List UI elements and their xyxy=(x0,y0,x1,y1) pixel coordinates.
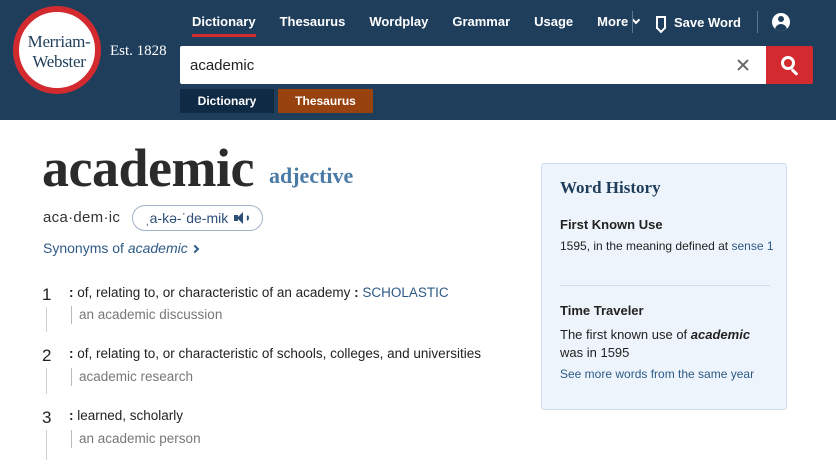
nav-usage[interactable]: Usage xyxy=(522,0,585,44)
definition-text: of, relating to, or characteristic of an… xyxy=(73,285,355,300)
synonyms-prefix: Synonyms of xyxy=(43,240,128,256)
merriam-webster-logo[interactable]: Merriam- Webster xyxy=(13,6,101,94)
nav-more[interactable]: More xyxy=(585,0,651,44)
usage-example: an academic person xyxy=(71,430,201,448)
sense-divider-line xyxy=(46,368,47,394)
first-known-use-body: 1595, in the meaning defined at xyxy=(560,239,732,253)
logo-inner-circle: Merriam- Webster xyxy=(17,10,97,90)
definition-text: learned, scholarly xyxy=(73,408,184,423)
time-traveler-pre: The first known use of xyxy=(560,327,691,342)
speaker-cone xyxy=(237,212,244,224)
nav-wordplay[interactable]: Wordplay xyxy=(357,0,440,44)
word-history-title: Word History xyxy=(560,178,661,197)
save-word-label: Save Word xyxy=(674,14,741,30)
definition-text: of, relating to, or characteristic of sc… xyxy=(73,346,481,361)
usage-example: an academic discussion xyxy=(71,306,222,324)
sense-definition: : of, relating to, or characteristic of … xyxy=(69,285,449,300)
word-history-card: Word History First Known Use 1595, in th… xyxy=(541,163,787,410)
card-divider xyxy=(560,285,770,286)
pronunciation-text: ˌa-kə-ˈde-mik xyxy=(145,210,229,226)
sense-definition: : of, relating to, or characteristic of … xyxy=(69,346,481,361)
bookmark-icon xyxy=(656,15,666,29)
time-traveler-text: The first known use of academic was in 1… xyxy=(560,326,775,362)
sense-number: 1 xyxy=(42,285,52,304)
synonyms-link[interactable]: Synonyms of academic xyxy=(43,240,199,256)
pronunciation-button[interactable]: ˌa-kə-ˈde-mik xyxy=(132,205,264,231)
tab-thesaurus[interactable]: Thesaurus xyxy=(278,89,373,113)
user-account-icon[interactable] xyxy=(772,13,790,31)
first-known-use-text: 1595, in the meaning defined at sense 1 xyxy=(560,237,774,255)
first-known-use-heading: First Known Use xyxy=(560,217,663,232)
part-of-speech-link[interactable]: adjective xyxy=(269,163,353,189)
clear-search-icon[interactable] xyxy=(734,56,752,74)
chevron-down-icon xyxy=(631,15,641,25)
sense-number: 2 xyxy=(42,346,52,365)
logo-text-line1: Merriam- xyxy=(27,32,91,51)
cross-reference-link[interactable]: SCHOLASTIC xyxy=(359,285,448,300)
search-input[interactable] xyxy=(180,46,720,84)
sense-definition: : learned, scholarly xyxy=(69,408,183,423)
time-traveler-word: academic xyxy=(690,327,751,342)
save-word-button[interactable]: Save Word xyxy=(656,0,741,44)
nav-divider xyxy=(757,11,758,33)
nav-dictionary[interactable]: Dictionary xyxy=(180,0,268,44)
chevron-right-icon xyxy=(190,244,199,254)
syllables: aca·dem·ic xyxy=(43,209,121,226)
search-icon-handle xyxy=(790,68,799,76)
time-traveler-post: was in 1595 xyxy=(560,345,630,360)
nav-thesaurus[interactable]: Thesaurus xyxy=(268,0,358,44)
sense-divider-line xyxy=(46,307,47,332)
sense-number: 3 xyxy=(42,408,52,427)
account-body xyxy=(775,24,787,31)
nav-divider xyxy=(632,11,633,33)
established-text: Est. 1828 xyxy=(110,43,167,59)
search-button[interactable] xyxy=(766,46,813,84)
logo-text-line2: Webster xyxy=(32,52,86,71)
usage-example: academic research xyxy=(71,368,193,386)
site-header: Merriam- Webster Est. 1828 Dictionary Th… xyxy=(0,0,836,120)
sense-link[interactable]: sense 1 xyxy=(731,239,773,253)
search-box xyxy=(180,46,766,84)
speaker-wave xyxy=(244,214,250,222)
nav-more-label: More xyxy=(597,14,629,29)
headword: academic xyxy=(42,138,254,198)
see-more-words-link[interactable]: See more words from the same year xyxy=(560,367,754,381)
speaker-icon xyxy=(234,212,250,224)
main-nav: Dictionary Thesaurus Wordplay Grammar Us… xyxy=(180,0,651,44)
time-traveler-heading: Time Traveler xyxy=(560,303,644,318)
tab-dictionary[interactable]: Dictionary xyxy=(180,89,274,113)
nav-grammar[interactable]: Grammar xyxy=(440,0,522,44)
synonyms-word: academic xyxy=(127,240,188,256)
sense-divider-line xyxy=(46,430,47,460)
account-head xyxy=(778,16,784,22)
